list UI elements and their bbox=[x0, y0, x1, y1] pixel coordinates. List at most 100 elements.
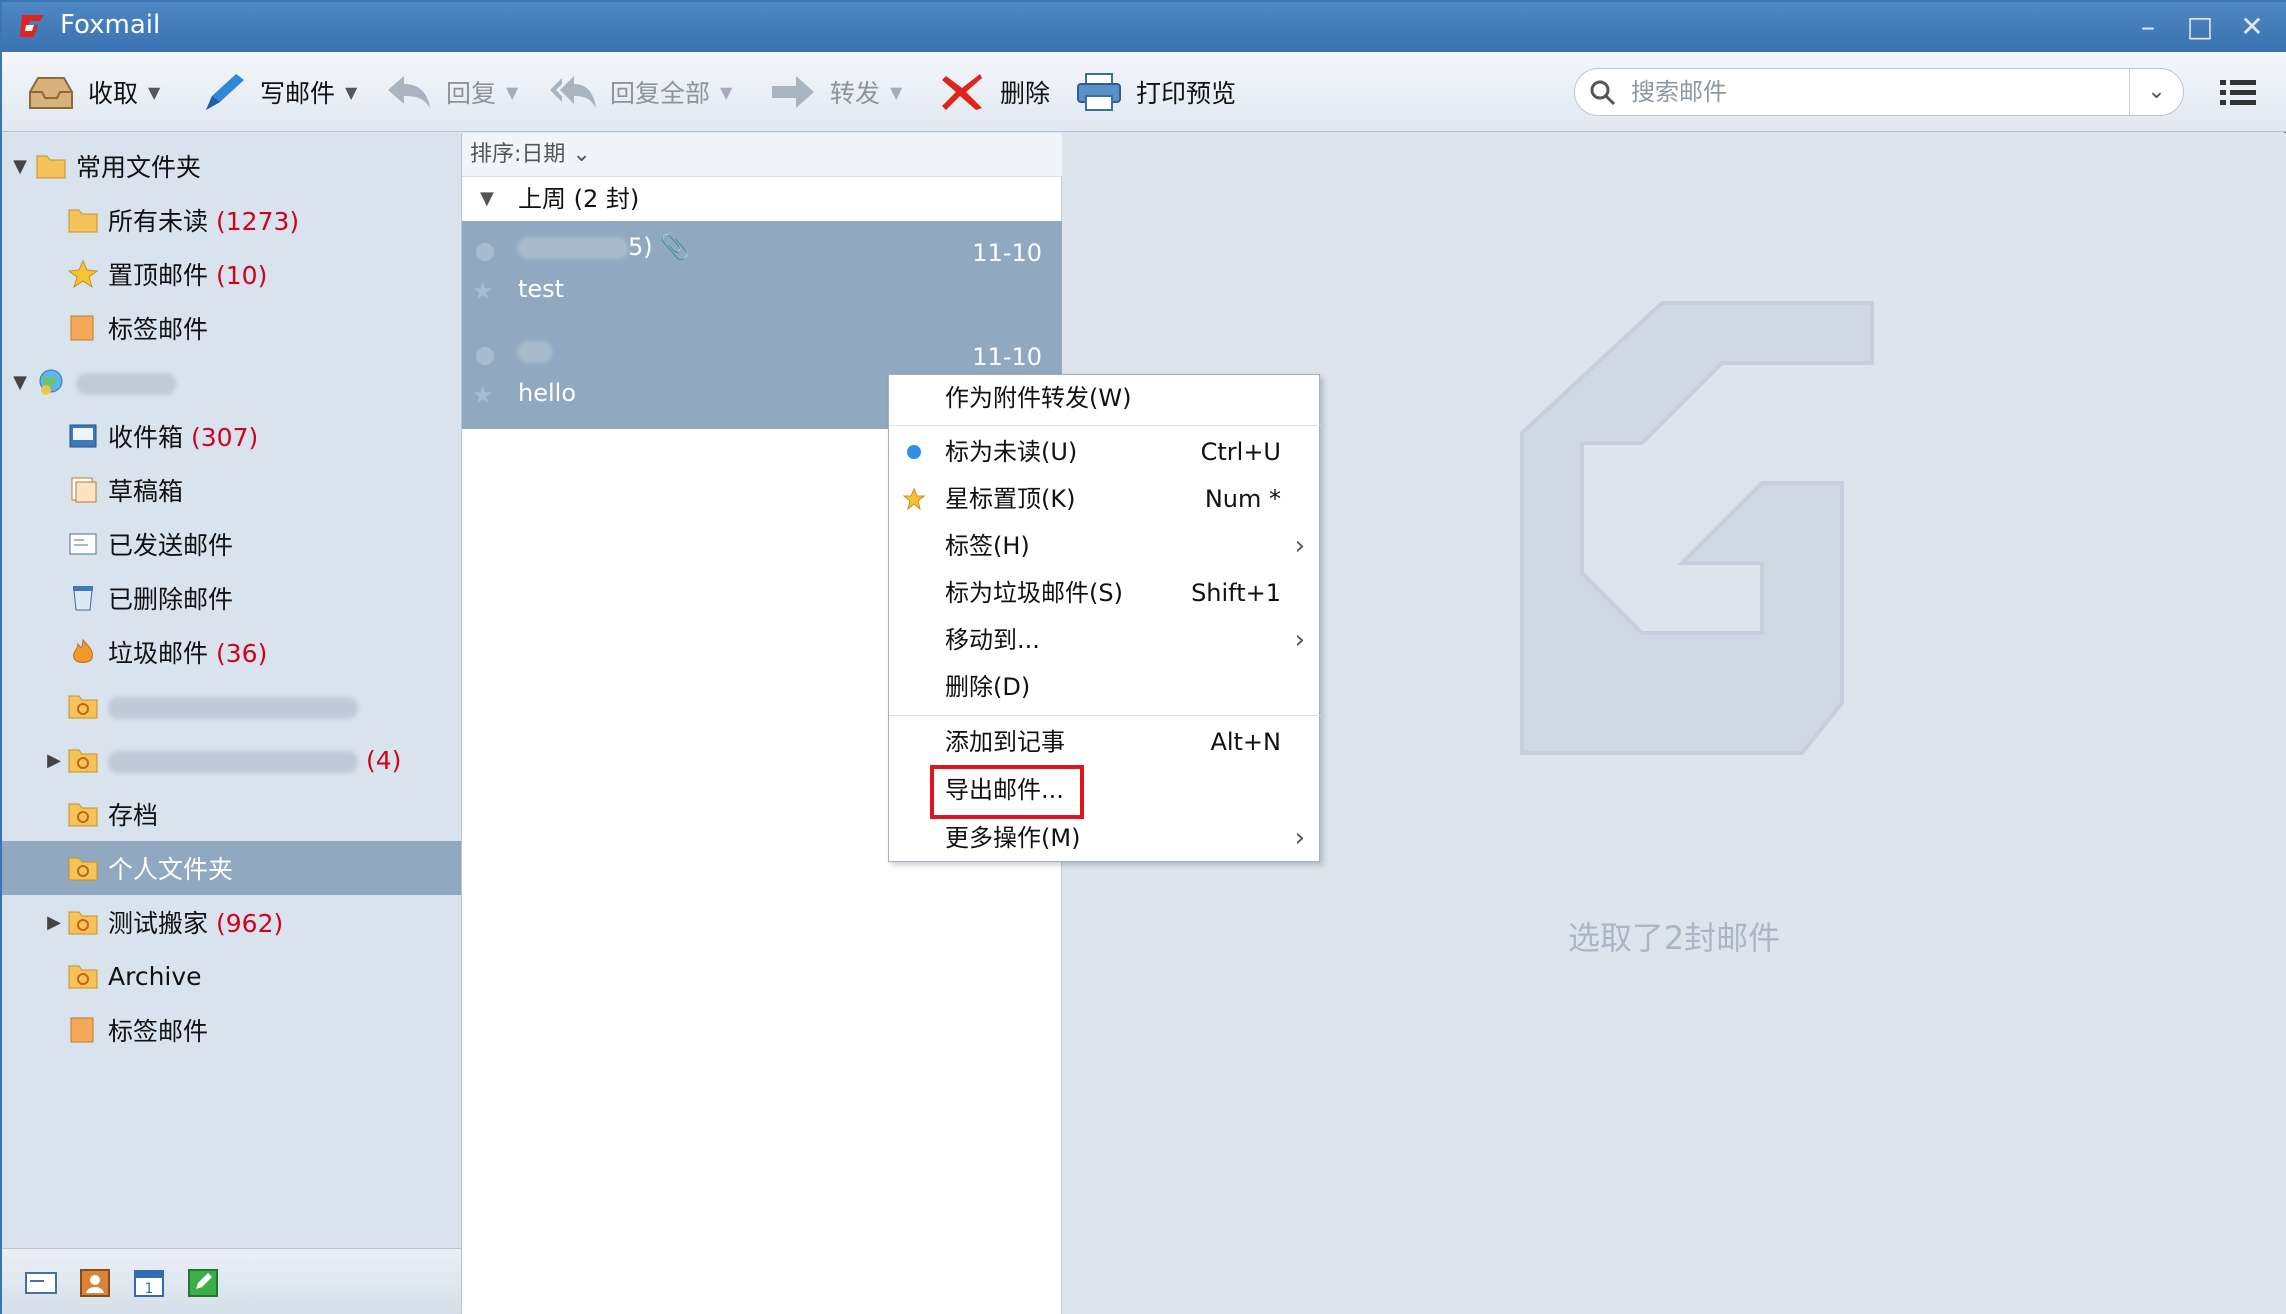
folder-sent[interactable]: 已发送邮件 bbox=[2, 517, 461, 571]
print-preview-button[interactable]: 打印预览 bbox=[1074, 66, 1236, 118]
folder-imap-2[interactable]: ▶ (4) bbox=[2, 733, 461, 787]
menu-separator bbox=[889, 715, 1321, 716]
folder-all-unread[interactable]: 所有未读 (1273) bbox=[2, 193, 461, 247]
menu-item-move-to[interactable]: 移动到... › bbox=[889, 617, 1321, 663]
folder-spam[interactable]: 垃圾邮件 (36) bbox=[2, 625, 461, 679]
inbox-icon bbox=[69, 424, 97, 448]
account-group[interactable]: ▼ bbox=[2, 355, 461, 409]
folder-migrate[interactable]: ▶ 测试搬家 (962) bbox=[2, 895, 461, 949]
folder-imap-1[interactable] bbox=[2, 679, 461, 733]
reply-button[interactable]: 回复 ▼ bbox=[384, 66, 518, 118]
folder-drafts[interactable]: 草稿箱 bbox=[2, 463, 461, 517]
chevron-down-icon[interactable]: ▼ bbox=[345, 83, 357, 102]
chevron-down-icon[interactable]: ▼ bbox=[890, 83, 902, 102]
folder-label: 标签邮件 bbox=[108, 315, 209, 344]
printer-icon bbox=[1077, 73, 1121, 111]
chevron-down-icon: ⌄ bbox=[572, 142, 591, 167]
menu-item-forward-as-attachment[interactable]: 作为附件转发(W) bbox=[889, 375, 1321, 421]
compose-button[interactable]: 写邮件 ▼ bbox=[198, 66, 357, 118]
reply-label: 回复 bbox=[446, 79, 497, 108]
minimize-button[interactable]: – bbox=[2130, 10, 2166, 44]
collapse-triangle-icon[interactable]: ▼ bbox=[480, 177, 494, 221]
mail-item[interactable]: ★ 5) 📎 11-10 test bbox=[462, 221, 1062, 325]
calendar-icon[interactable]: 1 bbox=[132, 1267, 166, 1299]
search-options-chevron-icon[interactable]: ⌄ bbox=[2129, 69, 2183, 115]
folder-inbox[interactable]: 收件箱 (307) bbox=[2, 409, 461, 463]
unread-count: (4) bbox=[366, 745, 402, 775]
blurred-sender bbox=[518, 341, 552, 363]
unread-count: (962) bbox=[216, 909, 284, 938]
account-globe-icon bbox=[39, 369, 63, 395]
mail-view-icon[interactable] bbox=[24, 1267, 58, 1299]
menu-item-mark-spam[interactable]: 标为垃圾邮件(S) Shift+1 bbox=[889, 570, 1321, 616]
folder-label: Archive bbox=[108, 961, 202, 991]
read-status-dot-icon[interactable] bbox=[476, 347, 494, 365]
forward-button[interactable]: 转发 ▼ bbox=[768, 66, 902, 118]
context-menu: 作为附件转发(W) 标为未读(U) Ctrl+U 星标置顶(K) Num * 标… bbox=[888, 374, 1321, 862]
folder-tagged[interactable]: 标签邮件 bbox=[2, 301, 461, 355]
toolbar: 收取 ▼ 写邮件 ▼ 回复 ▼ 回复全部 ▼ 转发 ▼ 删除 打印预览 ⌄ bbox=[2, 52, 2286, 132]
search-input[interactable] bbox=[1631, 75, 2091, 109]
close-button[interactable]: ✕ bbox=[2234, 10, 2270, 44]
mail-sender bbox=[518, 337, 552, 365]
receive-button[interactable]: 收取 ▼ bbox=[26, 66, 160, 118]
group-label: 上周 (2 封) bbox=[518, 185, 640, 213]
mail-sender: 5) 📎 bbox=[518, 233, 690, 261]
chevron-right-icon: › bbox=[1294, 823, 1305, 853]
folder-label: 所有未读 bbox=[108, 207, 209, 236]
common-folders-label: 常用文件夹 bbox=[76, 153, 202, 182]
group-header-last-week[interactable]: ▼ 上周 (2 封) bbox=[462, 177, 1062, 221]
menu-item-add-note[interactable]: 添加到记事 Alt+N bbox=[889, 719, 1321, 765]
menu-item-mark-unread[interactable]: 标为未读(U) Ctrl+U bbox=[889, 429, 1321, 475]
folder-personal[interactable]: 个人文件夹 bbox=[2, 841, 461, 895]
collapse-triangle-icon[interactable]: ▼ bbox=[10, 372, 30, 393]
folder-label: 标签邮件 bbox=[108, 1017, 209, 1046]
sync-folder-icon bbox=[68, 803, 98, 827]
maximize-button[interactable]: □ bbox=[2182, 10, 2218, 44]
menu-item-more-actions[interactable]: 更多操作(M) › bbox=[889, 815, 1321, 861]
mail-date: 11-10 bbox=[972, 239, 1042, 267]
chevron-down-icon[interactable]: ▼ bbox=[148, 83, 160, 102]
folder-tagged-2[interactable]: 标签邮件 bbox=[2, 1003, 461, 1057]
menu-item-star-pin[interactable]: 星标置顶(K) Num * bbox=[889, 476, 1321, 522]
paperclip-icon: 📎 bbox=[660, 233, 691, 261]
mail-subject: test bbox=[518, 275, 565, 303]
contacts-icon[interactable] bbox=[78, 1267, 112, 1299]
folder-label: 已发送邮件 bbox=[108, 531, 234, 560]
sort-selector[interactable]: 排序:日期 ⌄ bbox=[462, 133, 1062, 177]
folder-sidebar: ▼ 常用文件夹 所有未读 (1273) 置顶邮件 (10) 标签邮件 ▼ 收件箱 (3… bbox=[2, 133, 462, 1248]
star-icon[interactable]: ★ bbox=[472, 277, 494, 305]
folder-archive-en[interactable]: Archive bbox=[2, 949, 461, 1003]
shortcut-label: Ctrl+U bbox=[1200, 438, 1281, 466]
forward-label: 转发 bbox=[830, 79, 881, 108]
menu-item-delete[interactable]: 删除(D) bbox=[889, 664, 1321, 710]
folder-label: 存档 bbox=[108, 801, 159, 830]
unread-count: (36) bbox=[216, 639, 268, 668]
common-folders-group[interactable]: ▼ 常用文件夹 bbox=[2, 139, 461, 193]
folder-archive-cn[interactable]: 存档 bbox=[2, 787, 461, 841]
chevron-right-icon: › bbox=[1294, 531, 1305, 561]
notes-icon[interactable] bbox=[186, 1267, 220, 1299]
folder-deleted[interactable]: 已删除邮件 bbox=[2, 571, 461, 625]
read-status-dot-icon[interactable] bbox=[476, 243, 494, 261]
reply-all-button[interactable]: 回复全部 ▼ bbox=[548, 66, 732, 118]
expand-triangle-icon[interactable]: ▶ bbox=[44, 750, 64, 771]
mail-subject: hello bbox=[518, 379, 576, 407]
highlight-box bbox=[930, 765, 1084, 819]
delete-button[interactable]: 删除 bbox=[938, 66, 1050, 118]
folder-icon bbox=[68, 209, 98, 233]
folder-label: 草稿箱 bbox=[108, 477, 184, 506]
chevron-down-icon[interactable]: ▼ bbox=[720, 83, 732, 102]
star-icon bbox=[903, 488, 925, 510]
menu-item-tag[interactable]: 标签(H) › bbox=[889, 523, 1321, 569]
shortcut-label: Num * bbox=[1204, 485, 1281, 513]
menu-separator bbox=[889, 425, 1321, 426]
title-bar: Foxmail – □ ✕ bbox=[2, 2, 2286, 52]
folder-pinned[interactable]: 置顶邮件 (10) bbox=[2, 247, 461, 301]
star-icon[interactable]: ★ bbox=[472, 381, 494, 409]
main-menu-icon[interactable] bbox=[2220, 78, 2256, 108]
expand-triangle-icon[interactable]: ▶ bbox=[44, 912, 64, 933]
collapse-triangle-icon[interactable]: ▼ bbox=[10, 156, 30, 177]
receive-label: 收取 bbox=[88, 79, 139, 108]
chevron-down-icon[interactable]: ▼ bbox=[506, 83, 518, 102]
